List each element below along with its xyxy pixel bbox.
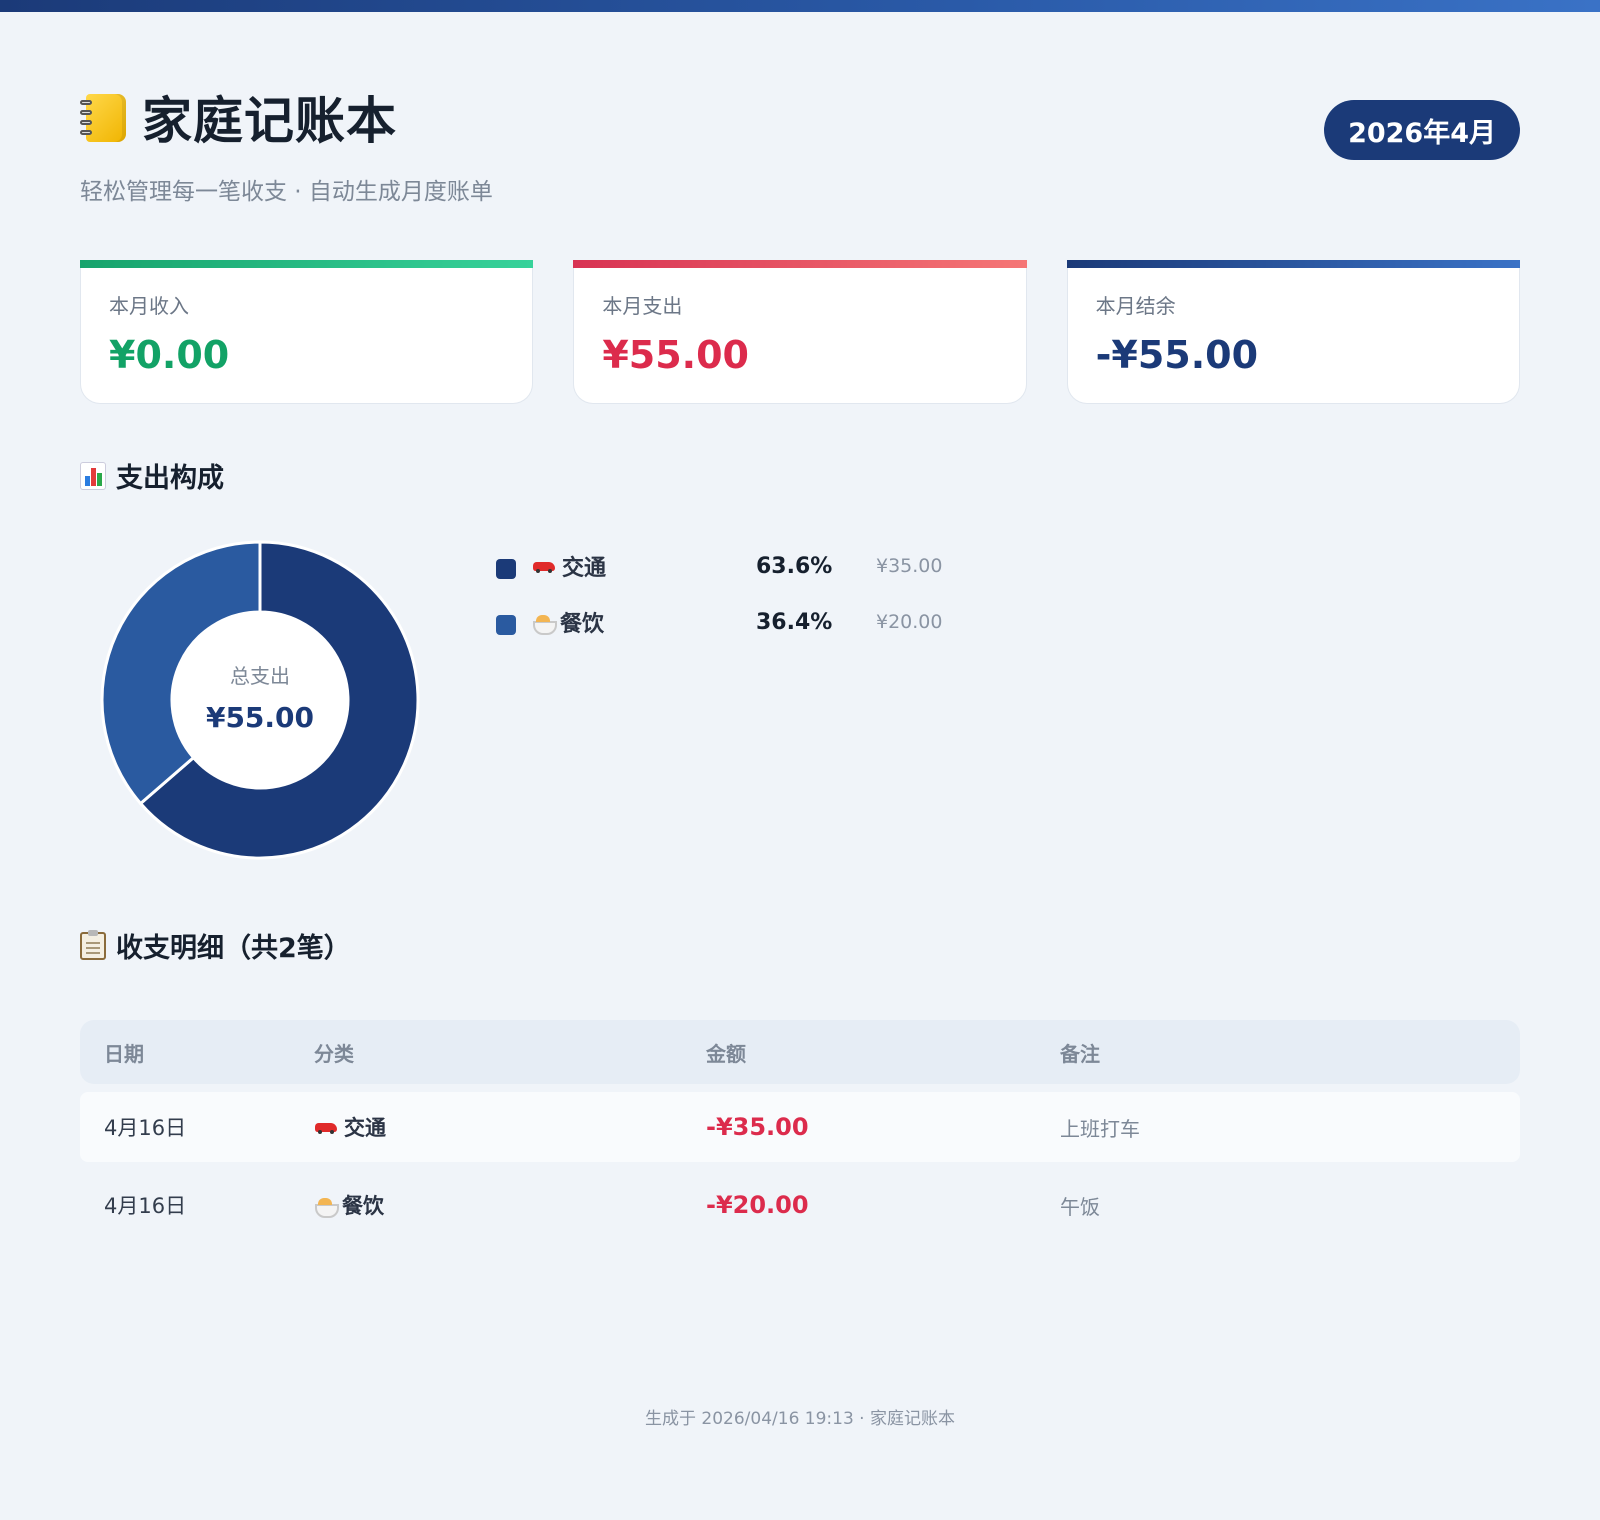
composition-section-title: 支出构成: [80, 456, 224, 495]
table-row[interactable]: 4月16日 交通 -¥35.00 上班打车: [80, 1092, 1520, 1162]
clipboard-icon: [80, 929, 106, 960]
donut-center: 总支出 ¥55.00: [100, 540, 420, 860]
balance-card: 本月结余 -¥55.00: [1066, 260, 1520, 404]
legend-swatch: [496, 615, 516, 635]
bar-chart-icon: [80, 461, 106, 490]
composition-title: 支出构成: [116, 463, 224, 494]
donut-center-value: ¥55.00: [205, 701, 315, 734]
column-header-date[interactable]: 日期: [104, 1038, 144, 1067]
expense-card-accent: [573, 260, 1027, 268]
row-note: 午饭: [1060, 1194, 1100, 1219]
expense-donut-chart: 总支出 ¥55.00: [100, 540, 420, 860]
balance-card-accent: [1066, 260, 1520, 268]
header: 家庭记账本 轻松管理每一笔收支 · 自动生成月度账单 2026年4月: [80, 86, 1520, 216]
column-header-note[interactable]: 备注: [1060, 1038, 1100, 1067]
row-note: 上班打车: [1060, 1116, 1140, 1141]
column-header-category[interactable]: 分类: [314, 1038, 354, 1067]
legend-percentage: 63.6%: [756, 553, 833, 579]
table-row[interactable]: 4月16日 餐饮 -¥20.00 午饭: [80, 1170, 1520, 1240]
legend-swatch: [496, 559, 516, 579]
donut-center-label: 总支出: [230, 664, 290, 688]
row-category-label: 餐饮: [342, 1194, 384, 1218]
table-header: 日期 分类 金额 备注: [80, 1020, 1520, 1084]
legend-category: 餐饮: [560, 612, 605, 637]
row-amount: -¥35.00: [706, 1113, 809, 1141]
balance-value: -¥55.00: [1095, 333, 1259, 377]
row-category-label: 交通: [344, 1116, 386, 1140]
footer: 生成于 2026/04/16 19:13 · 家庭记账本: [645, 1409, 955, 1429]
month-badge[interactable]: 2026年4月: [1324, 100, 1520, 160]
page-subtitle: 轻松管理每一笔收支 · 自动生成月度账单: [80, 179, 493, 205]
summary-cards: 本月收入 ¥0.00 本月支出 ¥55.00 本月结余 -¥55.00: [80, 260, 1520, 404]
page: 家庭记账本 轻松管理每一笔收支 · 自动生成月度账单 2026年4月 本月收入 …: [80, 0, 1520, 1520]
legend-percentage: 36.4%: [756, 609, 833, 635]
income-label: 本月收入: [109, 294, 189, 318]
noodle-icon: [532, 611, 557, 635]
income-card-accent: [80, 260, 534, 268]
page-title: 家庭记账本: [142, 92, 397, 150]
car-icon: [532, 557, 556, 575]
row-date: 4月16日: [104, 1194, 187, 1218]
notebook-icon: [80, 92, 126, 142]
legend-category: 交通: [562, 556, 607, 581]
row-amount: -¥20.00: [706, 1191, 809, 1219]
legend-item[interactable]: 交通 63.6% ¥35.00: [496, 538, 976, 594]
row-date: 4月16日: [104, 1116, 187, 1140]
income-value: ¥0.00: [109, 333, 230, 377]
expense-label: 本月支出: [602, 294, 683, 318]
details-title: 收支明细（共2笔）: [116, 933, 351, 964]
chart-legend: 交通 63.6% ¥35.00 餐饮 36.4% ¥20.00: [496, 538, 976, 650]
legend-item[interactable]: 餐饮 36.4% ¥20.00: [496, 594, 976, 650]
balance-label: 本月结余: [1095, 294, 1176, 318]
noodle-icon: [314, 1194, 339, 1218]
legend-amount: ¥35.00: [876, 555, 943, 577]
income-card: 本月收入 ¥0.00: [80, 260, 534, 404]
expense-value: ¥55.00: [602, 333, 749, 377]
legend-label: 餐饮: [532, 606, 604, 638]
row-category: 交通: [314, 1112, 386, 1142]
legend-label: 交通: [532, 550, 606, 582]
column-header-amount[interactable]: 金额: [706, 1038, 746, 1067]
expense-card: 本月支出 ¥55.00: [573, 260, 1027, 404]
details-section-title: 收支明细（共2笔）: [80, 926, 351, 965]
transactions-table: 日期 分类 金额 备注 4月16日 交通 -¥35.00 上班打车 4月16日 …: [80, 1020, 1520, 1240]
legend-amount: ¥20.00: [876, 611, 943, 633]
row-category: 餐饮: [314, 1190, 384, 1220]
title-row: 家庭记账本: [80, 86, 1520, 150]
car-icon: [314, 1118, 338, 1136]
